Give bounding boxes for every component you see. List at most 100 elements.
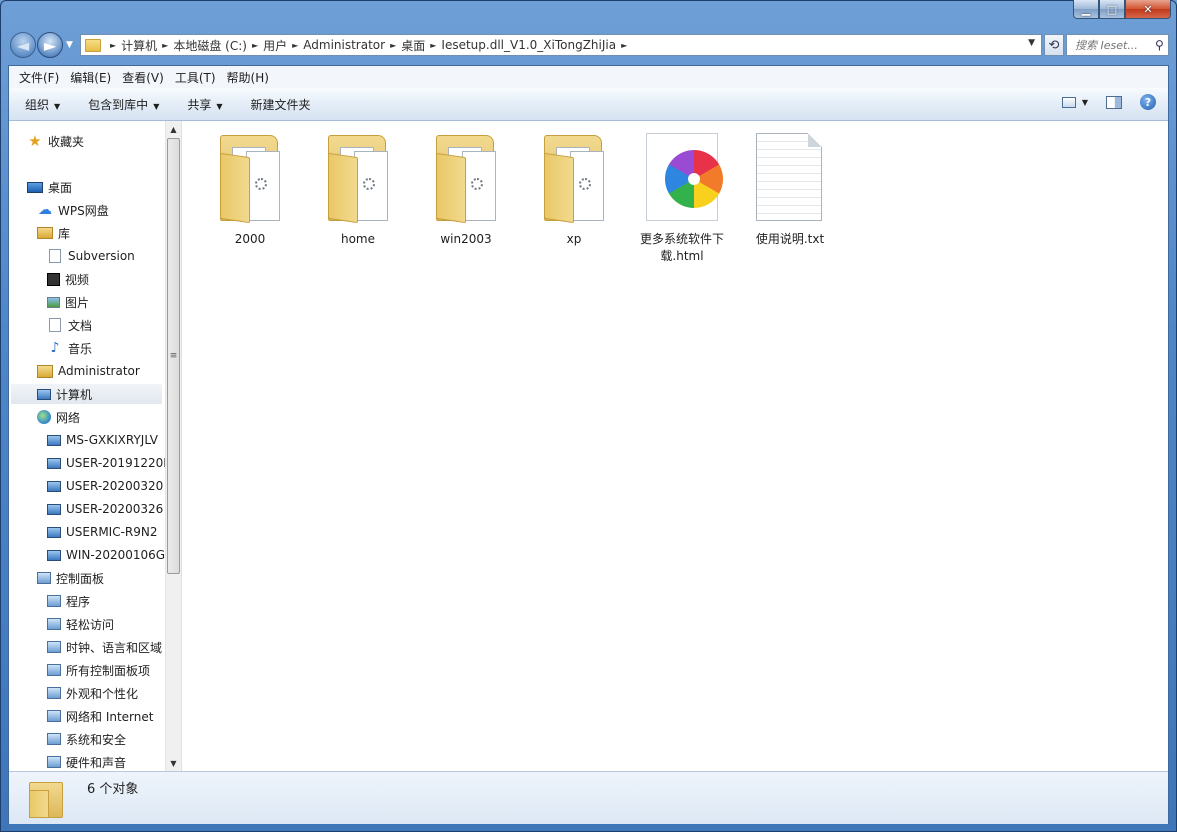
sidebar-item-programs[interactable]: 程序 (47, 591, 90, 611)
sidebar-item-administrator[interactable]: Administrator (37, 361, 140, 381)
file-item-folder[interactable]: xp (526, 129, 622, 248)
view-options-dropdown[interactable]: ▼ (1082, 98, 1088, 107)
picture-icon (47, 296, 60, 308)
new-folder-button[interactable]: 新建文件夹 (251, 96, 311, 113)
organize-button[interactable]: 组织 ▼ (25, 96, 60, 113)
sidebar-item-network-internet[interactable]: 网络和 Internet (47, 706, 153, 726)
minimize-button[interactable]: ▁ (1073, 0, 1099, 19)
breadcrumb-item[interactable]: 本地磁盘 (C:) (173, 37, 247, 54)
menu-help[interactable]: 帮助(H) (227, 69, 269, 86)
file-name: win2003 (440, 232, 492, 246)
menu-tools[interactable]: 工具(T) (175, 69, 216, 86)
computer-icon (47, 549, 61, 561)
breadcrumb-item[interactable]: Administrator (303, 38, 385, 52)
sidebar-item-music[interactable]: ♪ 音乐 (47, 338, 92, 358)
file-item-folder[interactable]: home (310, 129, 406, 248)
sidebar-item-network-pc[interactable]: USER-20191220I (47, 453, 167, 473)
forward-button[interactable]: ► (37, 32, 63, 58)
sidebar-item-label: 所有控制面板项 (66, 663, 151, 678)
scroll-up-arrow-icon[interactable]: ▲ (166, 121, 181, 137)
search-box[interactable]: ⚲ (1066, 34, 1169, 56)
folder-icon (202, 129, 298, 225)
menu-view[interactable]: 查看(V) (122, 69, 164, 86)
sidebar-item-hardware-sound[interactable]: 硬件和声音 (47, 752, 126, 771)
nav-pane-scrollbar[interactable]: ▲ ≡ ▼ (165, 121, 181, 771)
sidebar-item-clock-region[interactable]: 时钟、语言和区域 (47, 637, 162, 657)
folder-icon (29, 778, 65, 818)
address-history-dropdown[interactable]: ▼ (1028, 38, 1035, 48)
breadcrumb-chevron-icon[interactable]: ► (621, 41, 627, 50)
breadcrumb-chevron-icon[interactable]: ► (162, 41, 168, 50)
file-item-html[interactable]: 更多系统软件下载.html (634, 129, 730, 265)
sidebar-item-label: 网络 (56, 410, 81, 425)
sidebar-item-libraries[interactable]: 库 (37, 223, 70, 243)
breadcrumb-chevron-icon[interactable]: ► (430, 41, 436, 50)
back-button[interactable]: ◄ (10, 32, 36, 58)
file-item-folder[interactable]: win2003 (418, 129, 514, 248)
music-icon: ♪ (50, 340, 60, 356)
sidebar-item-network[interactable]: 网络 (37, 407, 80, 427)
sidebar-item-label: 库 (58, 226, 71, 241)
sidebar-item-ease-of-access[interactable]: 轻松访问 (47, 614, 114, 634)
chevron-down-icon: ▼ (153, 101, 160, 111)
organize-label: 组织 (25, 97, 50, 112)
sidebar-item-subversion[interactable]: Subversion (47, 246, 135, 266)
sidebar-item-documents[interactable]: 文档 (47, 315, 92, 335)
sidebar-item-network-pc[interactable]: USERMIC-R9N2 (47, 522, 158, 542)
include-in-library-button[interactable]: 包含到库中 ▼ (88, 96, 159, 113)
breadcrumb-chevron-icon[interactable]: ► (390, 41, 396, 50)
breadcrumb-chevron-icon[interactable]: ► (110, 41, 116, 50)
change-view-icon[interactable] (1061, 96, 1076, 108)
breadcrumb-item[interactable]: 桌面 (401, 37, 425, 54)
sidebar-item-network-pc[interactable]: MS-GXKIXRYJLV (47, 430, 158, 450)
file-name: 更多系统软件下载.html (639, 232, 724, 263)
computer-icon (47, 457, 61, 469)
sidebar-item-system-security[interactable]: 系统和安全 (47, 729, 126, 749)
sidebar-item-videos[interactable]: 视频 (47, 269, 89, 289)
share-button[interactable]: 共享 ▼ (187, 96, 222, 113)
sidebar-item-appearance[interactable]: 外观和个性化 (47, 683, 138, 703)
breadcrumb-item-current[interactable]: Iesetup.dll_V1.0_XiTongZhiJia (441, 38, 616, 52)
close-button[interactable]: ✕ (1125, 0, 1171, 19)
sidebar-item-network-pc[interactable]: USER-20200320 (47, 476, 163, 496)
scroll-down-arrow-icon[interactable]: ▼ (166, 755, 181, 771)
address-bar[interactable]: ► 计算机 ► 本地磁盘 (C:) ► 用户 ► Administrator ►… (80, 34, 1042, 56)
desktop-icon (27, 181, 43, 193)
breadcrumb-chevron-icon[interactable]: ► (252, 41, 258, 50)
sidebar-item-label: Administrator (58, 364, 140, 378)
control-panel-icon (47, 687, 61, 699)
breadcrumb-item[interactable]: 用户 (263, 37, 287, 54)
file-item-txt[interactable]: 使用说明.txt (742, 129, 838, 248)
sidebar-item-pictures[interactable]: 图片 (47, 292, 89, 312)
breadcrumb-item[interactable]: 计算机 (121, 37, 157, 54)
file-item-folder[interactable]: 2000 (202, 129, 298, 248)
scrollbar-thumb[interactable]: ≡ (167, 138, 180, 574)
menu-edit[interactable]: 编辑(E) (70, 69, 111, 86)
sidebar-item-label: WIN-20200106G (66, 548, 166, 562)
file-name: home (340, 232, 376, 246)
sidebar-item-computer[interactable]: 计算机 (11, 384, 162, 404)
menu-file[interactable]: 文件(F) (19, 69, 59, 86)
control-panel-icon (47, 733, 61, 745)
sidebar-item-all-items[interactable]: 所有控制面板项 (47, 660, 150, 680)
sidebar-item-desktop[interactable]: 桌面 (27, 177, 72, 197)
cloud-icon: ☁ (38, 202, 52, 218)
sidebar-item-favorites[interactable]: ★ 收藏夹 (27, 131, 84, 151)
refresh-button[interactable]: ⟲ (1044, 34, 1064, 56)
search-input[interactable] (1073, 37, 1155, 53)
sidebar-item-wps-drive[interactable]: ☁ WPS网盘 (37, 200, 109, 220)
breadcrumb-chevron-icon[interactable]: ► (292, 41, 298, 50)
sidebar-item-network-pc[interactable]: USER-20200326 (47, 499, 163, 519)
recent-pages-dropdown[interactable]: ▼ (66, 40, 73, 50)
sidebar-item-label: 收藏夹 (48, 134, 85, 149)
command-bar: 组织 ▼ 包含到库中 ▼ 共享 ▼ 新建文件夹 ▼ ? (9, 88, 1168, 121)
preview-pane-icon[interactable] (1106, 95, 1122, 109)
help-icon[interactable]: ? (1140, 94, 1156, 110)
sidebar-item-network-pc[interactable]: WIN-20200106G (47, 545, 165, 565)
sidebar-item-control-panel[interactable]: 控制面板 (37, 568, 104, 588)
video-icon (47, 272, 60, 286)
pinwheel-icon (665, 150, 723, 208)
sidebar-item-label: 轻松访问 (66, 617, 115, 632)
maximize-button[interactable]: □ (1099, 0, 1125, 19)
search-icon[interactable]: ⚲ (1155, 38, 1164, 52)
